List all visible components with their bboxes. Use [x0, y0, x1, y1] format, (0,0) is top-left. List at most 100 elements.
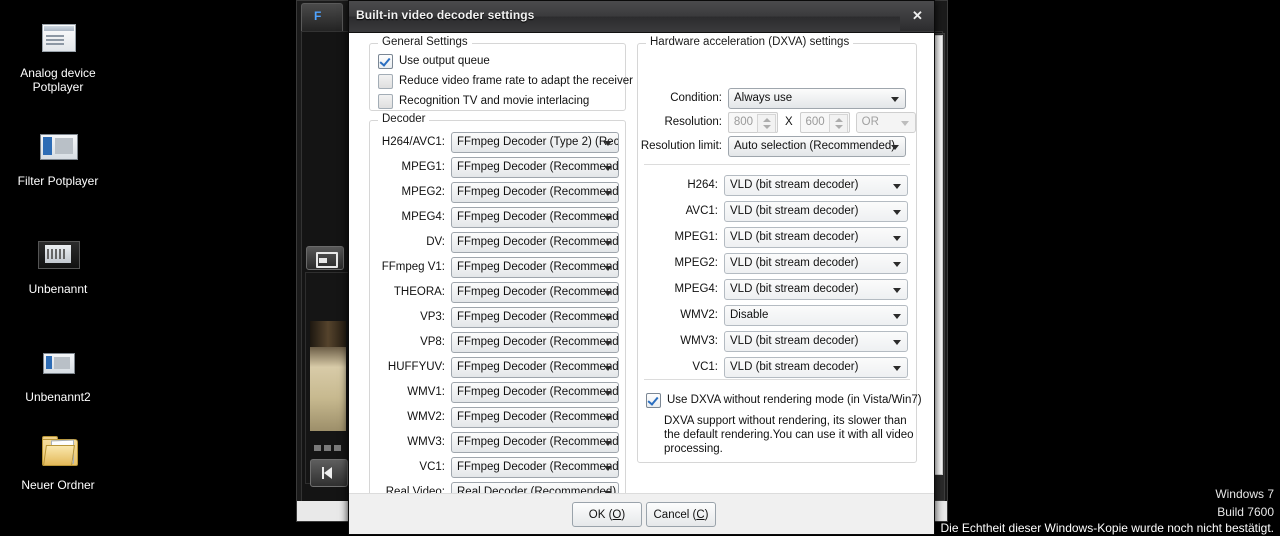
decoder-row: WMV2: FFmpeg Decoder (Recommend	[370, 406, 625, 428]
decoder-row-value: FFmpeg Decoder (Recommend	[457, 311, 619, 323]
dxva-resolution-height-stepper[interactable]: 600	[800, 112, 850, 133]
layout-toggle-button[interactable]	[306, 246, 344, 270]
dxva-row-select[interactable]: VLD (bit stream decoder)	[724, 201, 908, 222]
decoder-row: HUFFYUV:FFmpeg Decoder (Recommend	[370, 356, 625, 378]
chevron-down-icon	[893, 236, 901, 241]
decoder-group: Decoder H264/AVC1:FFmpeg Decoder (Type 2…	[369, 120, 626, 522]
dialog-body: General Settings Use output queue Reduce…	[349, 33, 934, 534]
decoder-row: MPEG2:FFmpeg Decoder (Recommend	[370, 181, 625, 203]
decoder-row-select[interactable]: FFmpeg Decoder (Recommend	[451, 407, 619, 428]
dxva-note: DXVA support without rendering, its slow…	[664, 414, 914, 456]
dxva-row-label: VC1:	[638, 361, 718, 373]
chevron-down-icon	[891, 97, 899, 102]
chevron-down-icon	[604, 216, 612, 221]
decoder-row: DV: FFmpeg Decoder (Recommend	[370, 231, 625, 253]
dxva-row-select[interactable]: VLD (bit stream decoder)	[724, 253, 908, 274]
checkbox-reduce-frame-rate[interactable]: Reduce video frame rate to adapt the rec…	[378, 73, 633, 89]
background-window-tab[interactable]: F	[301, 3, 343, 32]
dxva-row-select[interactable]: VLD (bit stream decoder)	[724, 227, 908, 248]
decoder-row-select[interactable]: FFmpeg Decoder (Recommend	[451, 182, 619, 203]
dxva-row-select[interactable]: VLD (bit stream decoder)	[724, 175, 908, 196]
close-icon[interactable]: ✕	[900, 1, 934, 31]
desktop-icon-unbenannt[interactable]: Unbenannt	[0, 238, 116, 296]
decoder-row-select[interactable]: FFmpeg Decoder (Recommend	[451, 357, 619, 378]
dxva-resolution-x-label: X	[785, 116, 793, 128]
folder-icon	[34, 434, 82, 474]
dxva-row-select[interactable]: Disable	[724, 305, 908, 326]
decoder-row-select[interactable]: FFmpeg Decoder (Recommend	[451, 432, 619, 453]
desktop-icon-unbenannt2[interactable]: Unbenannt2	[0, 346, 116, 404]
dxva-row-select[interactable]: VLD (bit stream decoder)	[724, 357, 908, 378]
dxva-row-select[interactable]: VLD (bit stream decoder)	[724, 331, 908, 352]
decoder-row-select[interactable]: FFmpeg Decoder (Recommend	[451, 157, 619, 178]
checkbox-box[interactable]	[378, 94, 393, 109]
decoder-row-select[interactable]: FFmpeg Decoder (Recommend	[451, 307, 619, 328]
dialog-titlebar[interactable]: Built-in video decoder settings ✕	[349, 1, 934, 33]
dxva-resolution-width-value: 800	[734, 116, 753, 128]
dxva-caption: Hardware acceleration (DXVA) settings	[646, 36, 853, 48]
dxva-note-line-3: processing.	[664, 442, 914, 456]
dxva-row-select[interactable]: VLD (bit stream decoder)	[724, 279, 908, 300]
checkbox-box[interactable]	[378, 74, 393, 89]
video-decoder-settings-dialog: Built-in video decoder settings ✕ Genera…	[348, 0, 935, 535]
checkbox-label: Recognition TV and movie interlacing	[399, 95, 589, 107]
chevron-down-icon	[891, 145, 899, 150]
dxva-row: MPEG4:VLD (bit stream decoder)	[638, 278, 916, 300]
dxva-resolution-width-stepper[interactable]: 800	[728, 112, 778, 133]
checkbox-recognition-interlacing[interactable]: Recognition TV and movie interlacing	[378, 93, 589, 109]
desktop-icon-label: Analog device	[0, 66, 116, 80]
decoder-row-value: FFmpeg Decoder (Recommend	[457, 386, 619, 398]
desktop-icon-analog-device-potplayer[interactable]: Analog device Potplayer	[0, 22, 116, 94]
decoder-row-select[interactable]: FFmpeg Decoder (Recommend	[451, 282, 619, 303]
dxva-resolution-or-select[interactable]: OR	[856, 112, 916, 133]
dxva-note-line-1: DXVA support without rendering, its slow…	[664, 414, 914, 428]
checkbox-use-dxva-without-rendering[interactable]: Use DXVA without rendering mode (in Vist…	[646, 392, 922, 408]
close-icon-glyph: ✕	[912, 8, 923, 24]
dxva-resolution-limit-select[interactable]: Auto selection (Recommended)	[728, 136, 906, 157]
dxva-condition-select[interactable]: Always use	[728, 88, 906, 109]
decoder-caption: Decoder	[378, 113, 429, 125]
dxva-resolution-height-value: 600	[805, 116, 824, 128]
dxva-row-value: VLD (bit stream decoder)	[730, 205, 858, 217]
decoder-row-label: THEORA:	[370, 286, 445, 298]
desktop-icon-filter-potplayer[interactable]: Filter Potplayer	[0, 130, 116, 188]
decoder-row-select[interactable]: FFmpeg Decoder (Recommend	[451, 207, 619, 228]
decoder-row: MPEG1: FFmpeg Decoder (Recommend	[370, 156, 625, 178]
decoder-row-select[interactable]: FFmpeg Decoder (Recommend	[451, 257, 619, 278]
dxva-note-line-2: the default rendering.You can use it wit…	[664, 428, 914, 442]
dxva-row: WMV3:VLD (bit stream decoder)	[638, 330, 916, 352]
chevron-down-icon	[604, 316, 612, 321]
desktop-icon-neuer-ordner[interactable]: Neuer Ordner	[0, 434, 116, 492]
checkbox-box[interactable]	[378, 54, 393, 69]
ok-button[interactable]: OK (O)	[572, 502, 642, 527]
checkbox-use-output-queue[interactable]: Use output queue	[378, 53, 490, 69]
decoder-row-label: VP8:	[370, 336, 445, 348]
decoder-row-select[interactable]: FFmpeg Decoder (Recommend	[451, 332, 619, 353]
chevron-down-icon	[604, 416, 612, 421]
decoder-row-label: DV:	[370, 236, 445, 248]
dxva-row-label: MPEG1:	[638, 231, 718, 243]
stepper-buttons[interactable]	[829, 114, 848, 133]
dxva-resolution-limit-row: Resolution limit: Auto selection (Recomm…	[638, 135, 916, 157]
dxva-row-value: VLD (bit stream decoder)	[730, 179, 858, 191]
chevron-down-icon	[604, 441, 612, 446]
chevron-down-icon	[604, 391, 612, 396]
cancel-button[interactable]: Cancel (C)	[646, 502, 716, 527]
decoder-row-select[interactable]: FFmpeg Decoder (Recommend	[451, 232, 619, 253]
decoder-row-label: WMV2:	[370, 411, 445, 423]
decoder-row-select[interactable]: FFmpeg Decoder (Type 2) (Rec	[451, 132, 619, 153]
watermark-line-1: Windows 7	[1215, 487, 1274, 501]
chevron-down-icon	[893, 210, 901, 215]
ok-button-prefix: OK (	[589, 509, 613, 521]
decoder-row-select[interactable]: FFmpeg Decoder (Recommend	[451, 457, 619, 478]
dxva-row: WMV2:Disable	[638, 304, 916, 326]
decoder-row-select[interactable]: FFmpeg Decoder (Recommend	[451, 382, 619, 403]
decoder-row-label: MPEG1:	[370, 161, 445, 173]
dxva-condition-value: Always use	[734, 92, 792, 104]
drag-handle[interactable]	[314, 445, 342, 451]
cancel-button-suffix: )	[705, 509, 709, 521]
previous-button[interactable]	[310, 459, 348, 487]
checkbox-box[interactable]	[646, 393, 661, 408]
window-layout-icon	[316, 252, 338, 268]
stepper-buttons[interactable]	[757, 114, 776, 133]
